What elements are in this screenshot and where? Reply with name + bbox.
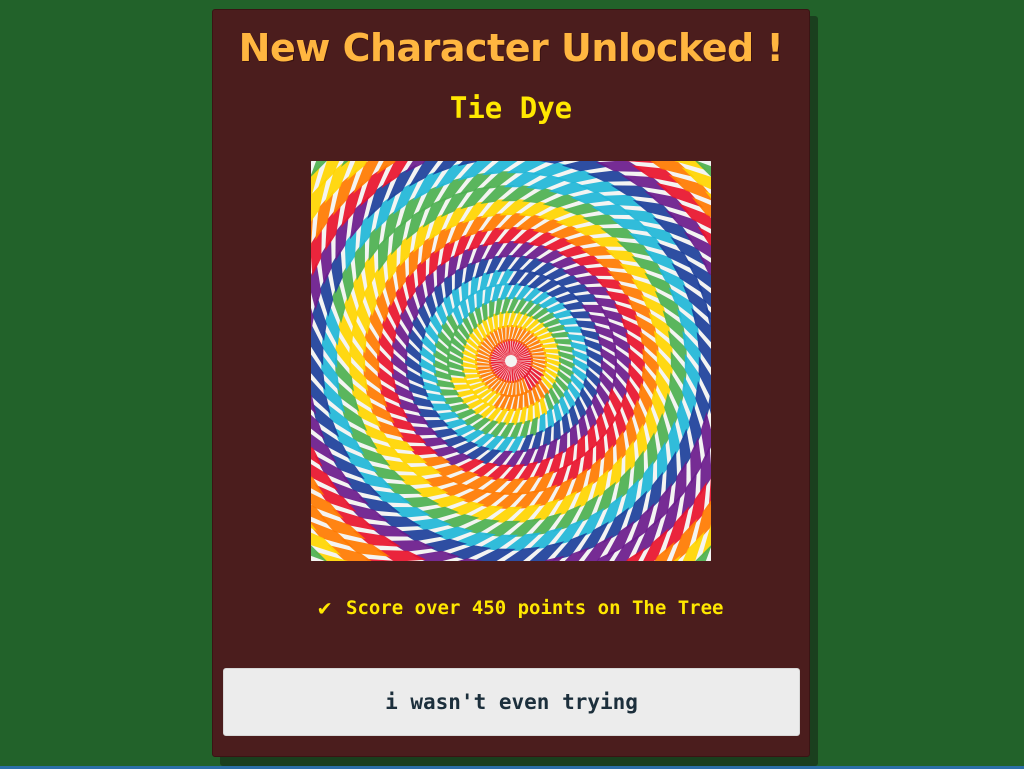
dismiss-button[interactable]: i wasn't even trying [223, 668, 800, 736]
requirement-text: Score over 450 points on The Tree [346, 597, 724, 619]
tie-dye-spiral-icon [311, 161, 711, 561]
checkmark-icon: ✔ [318, 595, 332, 621]
unlock-dialog: New Character Unlocked ! Tie Dye ✔ Score… [212, 9, 810, 757]
character-portrait [311, 161, 711, 561]
character-name: Tie Dye [449, 91, 573, 125]
unlock-requirement: ✔ Score over 450 points on The Tree [318, 592, 724, 624]
dialog-title: New Character Unlocked ! [238, 26, 784, 70]
